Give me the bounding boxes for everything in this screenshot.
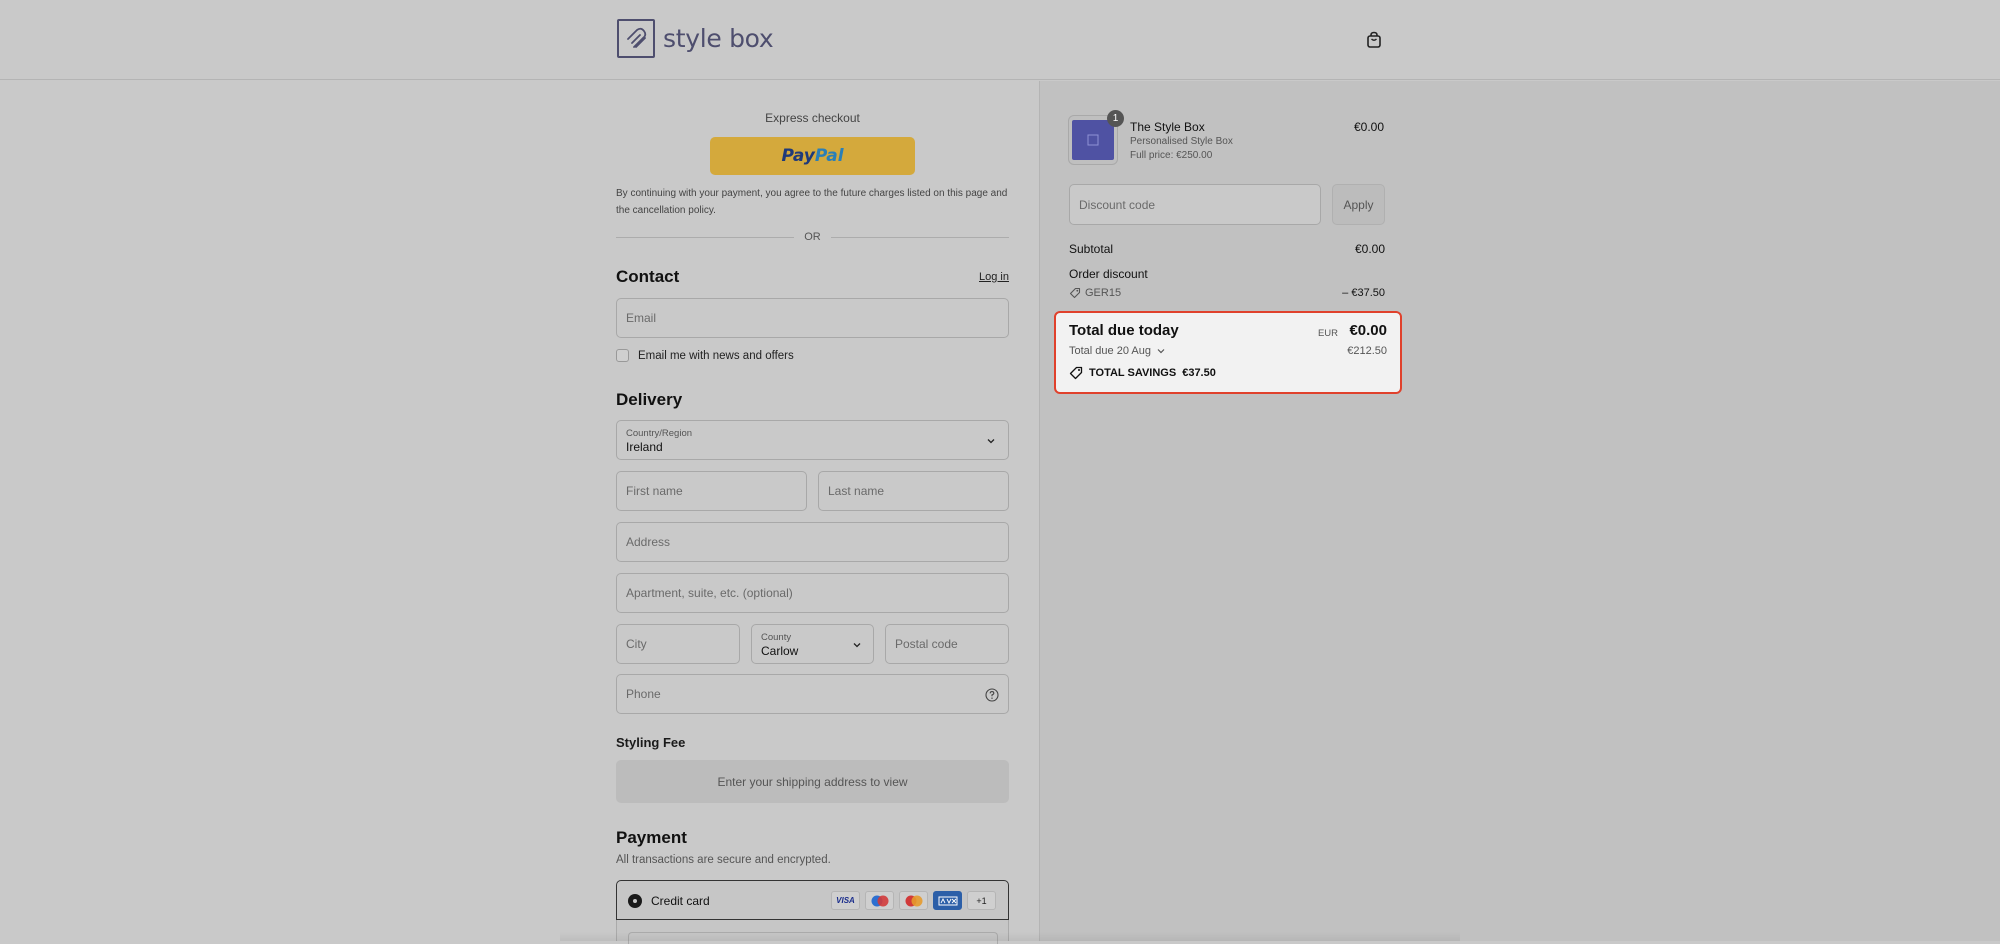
country-label: Country/Region: [626, 428, 693, 439]
savings-label: TOTAL SAVINGS: [1089, 367, 1177, 379]
discount-code-field[interactable]: [1069, 184, 1321, 225]
bottom-shadow: [560, 932, 1460, 941]
news-opt-in[interactable]: Email me with news and offers: [616, 349, 794, 362]
postal-code-field[interactable]: [885, 624, 1009, 664]
discount-code-label: GER15: [1085, 287, 1122, 299]
phone-input[interactable]: [626, 675, 1008, 713]
news-checkbox[interactable]: [616, 349, 629, 362]
total-due-title: Total due today: [1069, 322, 1179, 339]
contact-title: Contact: [616, 267, 680, 286]
order-discount-label: Order discount: [1069, 267, 1148, 281]
maestro-icon: [865, 891, 894, 910]
more-cards-badge: +1: [967, 891, 996, 910]
amex-icon: [933, 891, 962, 910]
country-value: Ireland: [626, 440, 663, 454]
country-select[interactable]: Country/Region Ireland: [616, 420, 1009, 460]
visa-icon: VISA: [831, 891, 860, 910]
express-checkout-title: Express checkout: [765, 111, 860, 125]
credit-card-label: Credit card: [651, 894, 710, 908]
total-due-panel: Total due today EUR €0.00 Total due 20 A…: [1054, 311, 1402, 394]
news-checkbox-label: Email me with news and offers: [638, 349, 794, 362]
county-select[interactable]: County Carlow: [751, 624, 874, 664]
postal-code-input[interactable]: [895, 625, 1008, 663]
subtotal-row: Subtotal €0.00: [1069, 242, 1385, 256]
city-field[interactable]: [616, 624, 740, 664]
subtotal-value: €0.00: [1354, 242, 1385, 256]
total-savings-row: TOTAL SAVINGS €37.50: [1069, 366, 1216, 380]
logo-text: style box: [663, 24, 774, 53]
credit-card-option[interactable]: Credit card VISA +1: [616, 880, 1009, 920]
email-field[interactable]: [616, 298, 1009, 338]
tag-icon: [1069, 366, 1083, 380]
product-price: €0.00: [1353, 120, 1384, 134]
styling-fee-message: Enter your shipping address to view: [616, 760, 1009, 803]
savings-value: €37.50: [1182, 367, 1216, 379]
chevron-down-icon: [1157, 349, 1165, 354]
apartment-input[interactable]: [626, 574, 1008, 612]
logo-mark-icon: [617, 19, 655, 58]
payment-title: Payment: [616, 828, 687, 847]
or-text: OR: [804, 231, 821, 243]
county-label: County: [761, 632, 792, 643]
email-input[interactable]: [626, 299, 1008, 337]
paypal-logo-part1: Pay: [781, 146, 815, 166]
apartment-field[interactable]: [616, 573, 1009, 613]
log-in-link[interactable]: Log in: [979, 271, 1009, 283]
apply-discount-button[interactable]: Apply: [1332, 184, 1385, 225]
paypal-logo-part2: Pal: [814, 146, 844, 166]
phone-field[interactable]: [616, 674, 1009, 714]
tag-icon: [1069, 287, 1081, 299]
first-name-input[interactable]: [626, 472, 806, 510]
address-field[interactable]: [616, 522, 1009, 562]
shopping-bag-icon[interactable]: [1364, 30, 1384, 50]
styling-fee-title: Styling Fee: [616, 735, 686, 750]
product-full-price: Full price: €250.00: [1130, 150, 1213, 161]
store-logo[interactable]: style box: [617, 19, 774, 58]
divider-line: [830, 236, 1009, 238]
payment-subtitle: All transactions are secure and encrypte…: [616, 854, 831, 866]
divider-line: [616, 236, 795, 238]
first-name-field[interactable]: [616, 471, 807, 511]
last-name-field[interactable]: [818, 471, 1009, 511]
card-logos: VISA +1: [831, 891, 996, 910]
last-name-input[interactable]: [828, 472, 1008, 510]
product-variant: Personalised Style Box: [1130, 136, 1233, 147]
city-input[interactable]: [626, 625, 739, 663]
chevron-down-icon: [987, 439, 995, 444]
site-header: style box: [0, 0, 2000, 80]
address-input[interactable]: [626, 523, 1008, 561]
product-name: The Style Box: [1130, 120, 1205, 134]
delivery-title: Delivery: [616, 390, 683, 409]
discount-value: – €37.50: [1342, 287, 1385, 299]
currency-code: EUR: [1317, 328, 1338, 339]
discount-code-row: GER15 – €37.50: [1069, 287, 1385, 299]
chevron-down-icon: [853, 643, 861, 648]
total-due-amount: €0.00: [1349, 322, 1387, 339]
help-circle-icon[interactable]: [985, 688, 999, 702]
credit-card-radio[interactable]: [628, 894, 642, 908]
due-later-label: Total due 20 Aug: [1069, 345, 1151, 357]
county-value: Carlow: [761, 644, 799, 658]
due-later-amount: €212.50: [1347, 345, 1387, 357]
legal-notice: By continuing with your payment, you agr…: [616, 188, 1008, 216]
subtotal-label: Subtotal: [1069, 242, 1114, 256]
due-later-toggle[interactable]: Total due 20 Aug: [1069, 345, 1166, 357]
order-discount-row: Order discount: [1069, 267, 1385, 281]
or-divider: OR: [616, 230, 1009, 244]
discount-code-input[interactable]: [1079, 185, 1320, 224]
mastercard-icon: [899, 891, 928, 910]
product-image: [1072, 120, 1114, 160]
paypal-button[interactable]: Pay Pal: [710, 137, 915, 175]
quantity-badge: 1: [1107, 110, 1124, 127]
